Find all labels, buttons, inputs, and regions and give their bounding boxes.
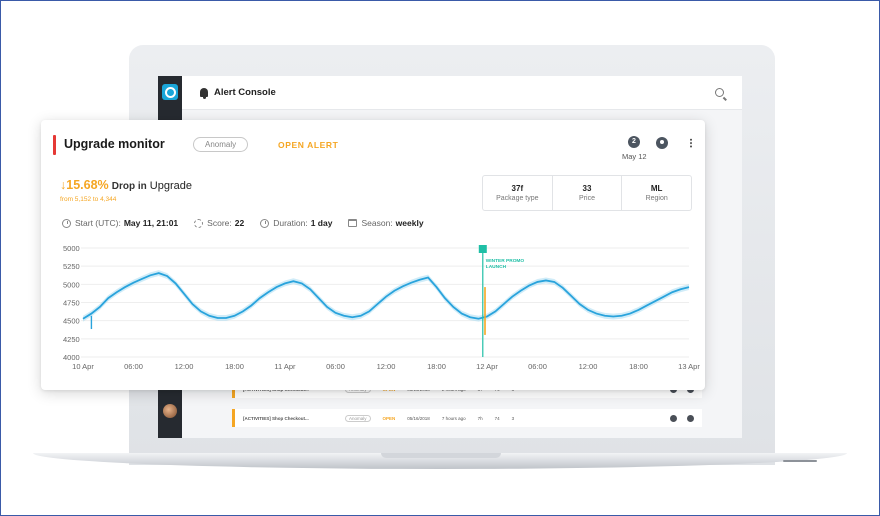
- drop-metric: Upgrade: [149, 180, 192, 192]
- alert-title: Upgrade monitor: [64, 137, 165, 151]
- y-tick-label: 4500: [63, 317, 80, 326]
- y-tick-label: 4750: [63, 299, 80, 308]
- row-ago: 7 hours ago: [441, 415, 466, 421]
- alert-meta: Start (UTC): May 11, 21:01 Score: 22 Dur…: [62, 218, 440, 228]
- x-tick-label: 12:00: [579, 362, 598, 371]
- drop-text: Drop in: [111, 181, 147, 192]
- meta-duration-value: 1 day: [310, 218, 333, 228]
- meta-start: Start (UTC): May 11, 21:01: [62, 218, 178, 228]
- calendar-icon: [348, 219, 358, 227]
- laptop-notch: [381, 453, 501, 458]
- meta-duration: Duration: 1 day: [260, 218, 332, 228]
- x-tick-label: 12 Apr: [476, 362, 498, 371]
- y-tick-label: 4000: [63, 353, 80, 362]
- dimension-package-type: 37f Package type: [483, 176, 553, 210]
- row-col2: 74: [494, 415, 500, 421]
- meta-duration-label: Duration:: [273, 218, 308, 228]
- severity-indicator: [53, 135, 56, 155]
- dimension-value: ML: [650, 184, 663, 193]
- anomaly-chart[interactable]: 5000 5250 5000 4750 4500 4250 400010 Apr 06:00 1…: [41, 240, 705, 390]
- clock-icon: [62, 218, 71, 228]
- row-actions: [670, 414, 702, 422]
- dimension-label: Price: [579, 195, 595, 202]
- user-icon[interactable]: [687, 414, 694, 422]
- alert-card[interactable]: Upgrade monitor Anomaly OPEN ALERT 2 May…: [41, 120, 705, 390]
- dimension-region: ML Region: [622, 176, 691, 210]
- event-marker-flag: [478, 245, 487, 253]
- x-tick-label: 18:00: [225, 362, 244, 371]
- laptop-foot: [783, 460, 817, 462]
- y-tick-label: 5250: [63, 262, 80, 271]
- dimension-label: Region: [645, 195, 668, 202]
- timer-icon: [260, 218, 270, 228]
- drop-range: from 5,152 to 4,344: [60, 196, 117, 203]
- y-tick-label: 4250: [63, 335, 80, 344]
- anomaly-chip[interactable]: Anomaly: [193, 137, 249, 152]
- meta-score-label: Score:: [207, 218, 232, 228]
- dimension-price: 33 Price: [553, 176, 623, 210]
- app-header: Alert Console: [182, 76, 742, 110]
- row-badge: Anomaly: [345, 414, 371, 422]
- x-tick-label: 06:00: [326, 362, 345, 371]
- dimension-value: 37f: [511, 184, 524, 193]
- dimension-label: Package type: [496, 195, 539, 202]
- page-title: Alert Console: [214, 87, 276, 98]
- x-tick-label: 18:00: [629, 362, 648, 371]
- meta-season-value: weekly: [395, 218, 424, 228]
- meta-score-value: 22: [234, 218, 245, 228]
- drop-percentage: 15.68%: [66, 178, 109, 192]
- x-tick-label: 18:00: [427, 362, 446, 371]
- row-status: OPEN: [382, 415, 396, 421]
- bell-icon[interactable]: [670, 414, 677, 422]
- score-icon: [194, 218, 204, 228]
- list-item[interactable]: [ACTIVITIES] Shop Checkout... Anomaly OP…: [232, 409, 702, 427]
- meta-season-label: Season:: [361, 218, 393, 228]
- dimensions-box: 37f Package type 33 Price ML Region: [482, 175, 692, 211]
- drop-summary: ↓15.68% Drop in Upgrade: [60, 178, 192, 192]
- x-tick-label: 06:00: [124, 362, 143, 371]
- x-tick-label: 13 Apr: [678, 362, 700, 371]
- event-label: LAUNCH: [486, 264, 507, 270]
- app-logo-icon[interactable]: [162, 84, 178, 100]
- more-options-icon[interactable]: [690, 138, 692, 148]
- x-tick-label: 12:00: [175, 362, 194, 371]
- notification-count-icon[interactable]: 2: [628, 136, 640, 148]
- row-title: [ACTIVITIES] Shop Checkout...: [243, 415, 309, 421]
- y-tick-label: 5000: [63, 280, 80, 289]
- row-date: 05/16/2018: [407, 415, 430, 421]
- meta-score: Score: 22: [194, 218, 244, 228]
- meta-start-label: Start (UTC):: [75, 218, 121, 228]
- open-alert-button[interactable]: OPEN ALERT: [278, 140, 338, 150]
- x-tick-label: 11 Apr: [274, 362, 296, 371]
- meta-season: Season: weekly: [348, 218, 424, 228]
- meta-start-value: May 11, 21:01: [123, 218, 179, 228]
- bell-icon: [200, 88, 208, 99]
- y-tick-label: 5000: [63, 244, 80, 253]
- avatar[interactable]: [163, 404, 177, 418]
- row-col1: 7h: [477, 415, 483, 421]
- x-tick-label: 06:00: [528, 362, 547, 371]
- search-icon[interactable]: [715, 88, 724, 97]
- alert-date: May 12: [622, 152, 647, 161]
- x-tick-label: 10 Apr: [72, 362, 94, 371]
- user-icon[interactable]: [656, 137, 668, 149]
- event-label: WINTER PROMO: [486, 258, 525, 264]
- row-col3: 3: [511, 415, 515, 421]
- x-tick-label: 12:00: [377, 362, 396, 371]
- dimension-value: 33: [582, 184, 592, 193]
